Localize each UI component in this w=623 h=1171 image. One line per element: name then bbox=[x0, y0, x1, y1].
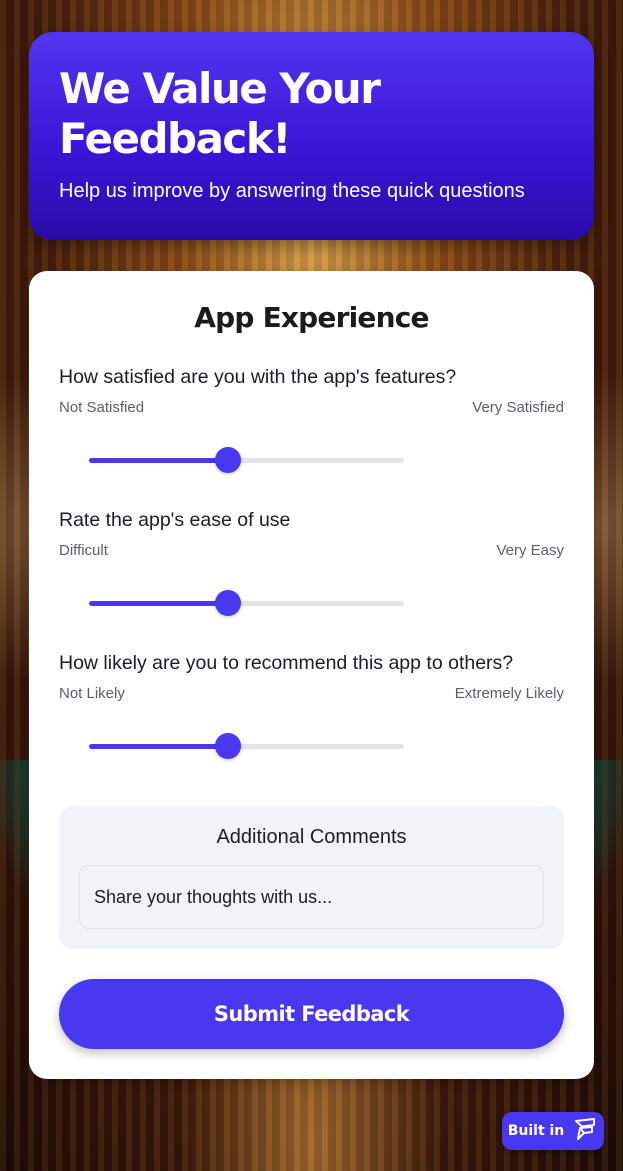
page-subtitle: Help us improve by answering these quick… bbox=[59, 180, 525, 203]
slider-fill bbox=[89, 744, 228, 749]
slider-thumb[interactable] bbox=[214, 590, 241, 616]
question-ease-of-use: Rate the app's ease of use Difficult Ver… bbox=[59, 509, 564, 619]
features-slider[interactable] bbox=[89, 446, 404, 476]
question-text: How likely are you to recommend this app… bbox=[59, 652, 514, 674]
question-text: Rate the app's ease of use bbox=[59, 509, 291, 531]
builder-logo-icon bbox=[572, 1116, 598, 1146]
scale-max-label: Extremely Likely bbox=[454, 685, 564, 702]
ease-of-use-slider[interactable] bbox=[89, 589, 404, 619]
question-recommend: How likely are you to recommend this app… bbox=[59, 652, 564, 762]
comments-panel: Additional Comments bbox=[59, 806, 564, 949]
page-title: We Value Your Feedback! bbox=[59, 64, 381, 163]
scale-min-label: Not Likely bbox=[59, 685, 125, 702]
question-features: How satisfied are you with the app's fea… bbox=[59, 366, 564, 476]
built-in-badge[interactable]: Built in bbox=[502, 1112, 604, 1150]
badge-label: Built in bbox=[507, 1123, 565, 1139]
question-text: How satisfied are you with the app's fea… bbox=[59, 366, 457, 388]
scale-labels: Difficult Very Easy bbox=[59, 542, 564, 559]
recommend-slider[interactable] bbox=[89, 732, 404, 762]
scale-min-label: Not Satisfied bbox=[59, 399, 145, 416]
scale-max-label: Very Satisfied bbox=[472, 399, 564, 416]
scale-labels: Not Satisfied Very Satisfied bbox=[59, 399, 564, 416]
feedback-header: We Value Your Feedback! Help us improve … bbox=[29, 32, 594, 240]
scale-max-label: Very Easy bbox=[496, 542, 564, 559]
feedback-card: App Experience How satisfied are you wit… bbox=[29, 271, 594, 1079]
slider-fill bbox=[89, 601, 228, 606]
slider-fill bbox=[89, 458, 228, 463]
submit-feedback-button[interactable]: Submit Feedback bbox=[59, 979, 564, 1049]
slider-thumb[interactable] bbox=[214, 733, 241, 759]
slider-thumb[interactable] bbox=[214, 447, 241, 473]
scale-labels: Not Likely Extremely Likely bbox=[59, 685, 564, 702]
comments-input[interactable] bbox=[79, 865, 544, 929]
comments-title: Additional Comments bbox=[216, 826, 407, 848]
scale-min-label: Difficult bbox=[59, 542, 108, 559]
section-title: App Experience bbox=[194, 301, 429, 334]
